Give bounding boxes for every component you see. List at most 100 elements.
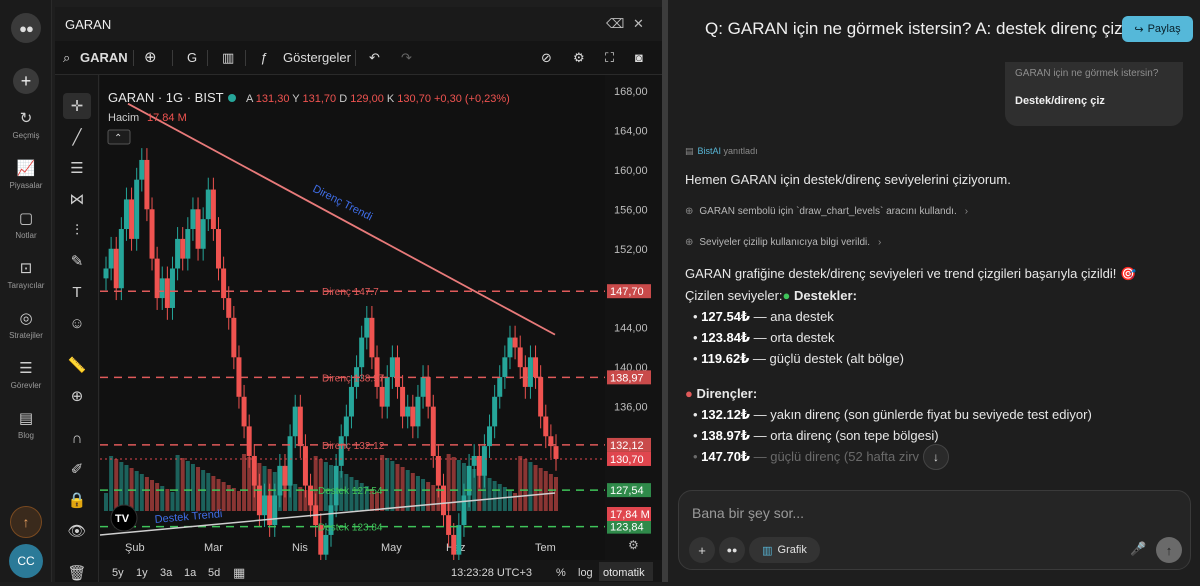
fib-icon[interactable]: ⫶: [63, 217, 91, 243]
candle-body: [277, 465, 283, 496]
tool-call-1[interactable]: ⊕ GARAN sembolü için `draw_chart_levels` …: [685, 206, 974, 217]
candle-type-icon[interactable]: ▥: [222, 50, 234, 66]
range-button-3a[interactable]: 3a: [160, 567, 173, 579]
ruler-icon[interactable]: 📏: [63, 352, 91, 378]
symbol-selector[interactable]: GARAN: [80, 50, 128, 65]
candle-body: [451, 534, 457, 555]
sidebar-item-tarayıcılar[interactable]: ⊡ Tarayıcılar: [0, 260, 52, 290]
level-value: 138.97₺: [701, 428, 750, 443]
zoom-icon[interactable]: ⊕: [63, 383, 91, 409]
candle-body: [425, 377, 431, 407]
scroll-down-button[interactable]: ↓: [923, 444, 949, 470]
y-tick-label: 168,00: [614, 86, 648, 98]
price-tag-label: 147,70: [610, 286, 644, 298]
candle-body: [394, 357, 400, 387]
range-button-5d[interactable]: 5d: [208, 567, 220, 579]
redo-icon[interactable]: ↷: [401, 50, 412, 66]
sidebar-item-piyasalar[interactable]: 📈 Piyasalar: [0, 160, 52, 190]
sidebar-item-geçmiş[interactable]: ↻ Geçmiş: [0, 110, 52, 140]
settings-icon[interactable]: ⚙: [573, 50, 585, 66]
y-tick-label: 152,00: [614, 244, 648, 256]
chart-window-title: GARAN: [65, 17, 112, 32]
candle-body: [410, 406, 416, 427]
candle-body: [527, 357, 533, 387]
sidebar-item-stratejiler[interactable]: ◎ Stratejiler: [0, 310, 52, 340]
candle-body: [226, 298, 232, 318]
eye-icon[interactable]: 👁: [63, 518, 91, 544]
percent-toggle[interactable]: %: [556, 567, 566, 579]
level-desc: — güçlü direnç (52 hafta zirv: [749, 449, 920, 464]
range-button-5y[interactable]: 5y: [112, 567, 124, 579]
upgrade-button[interactable]: ↑: [10, 506, 42, 538]
lock-drawing-icon[interactable]: ✐: [63, 456, 91, 482]
share-button[interactable]: ↪ Paylaş: [1122, 16, 1193, 42]
attach-button[interactable]: +: [689, 537, 715, 563]
price-chart[interactable]: 168,00164,00160,00156,00152,00148,00144,…: [100, 75, 662, 582]
auto-toggle[interactable]: otomatik: [603, 567, 645, 579]
add-symbol-icon[interactable]: ⊕: [144, 48, 157, 66]
sidebar-item-notlar[interactable]: ▢ Notlar: [0, 210, 52, 240]
candle-body: [502, 357, 508, 378]
volume-bar: [236, 491, 241, 511]
send-button[interactable]: ↑: [1156, 537, 1182, 563]
candle-body: [144, 159, 150, 210]
user-answer: Destek/direnç çiz: [1015, 95, 1105, 107]
indicators-button[interactable]: Göstergeler: [283, 50, 351, 65]
fullscreen-icon[interactable]: ⛶: [605, 50, 614, 66]
camera-icon[interactable]: ◙: [635, 50, 643, 65]
tool-call-2[interactable]: ⊕ Seviyeler çizilip kullanıcıya bilgi ver…: [685, 237, 887, 248]
share-icon: ↪: [1134, 23, 1144, 36]
x-tick-label: Mar: [204, 542, 223, 554]
volume-bar: [150, 480, 155, 511]
candle-body: [471, 455, 477, 466]
red-circle-icon: ●: [685, 386, 693, 401]
microphone-icon[interactable]: 🎤: [1130, 541, 1146, 557]
brush-icon[interactable]: ✎: [63, 248, 91, 274]
volume-bar: [114, 459, 119, 511]
eraser-icon[interactable]: ⌫: [606, 16, 624, 32]
message-icon: ▤: [685, 146, 694, 156]
lock-icon[interactable]: 🔒: [63, 487, 91, 513]
trendline-icon[interactable]: ╱: [63, 124, 91, 150]
close-icon[interactable]: ✕: [633, 16, 644, 32]
alert-icon[interactable]: ⊘: [541, 50, 552, 66]
avatar[interactable]: CC: [9, 544, 43, 578]
log-toggle[interactable]: log: [578, 567, 593, 579]
crosshair-icon[interactable]: ✛: [63, 93, 91, 119]
chart-toggle-button[interactable]: ▥ Grafik: [749, 537, 820, 563]
candle-body: [246, 426, 252, 456]
magnet-icon[interactable]: ∩: [63, 425, 91, 451]
level-value: 123.84₺: [701, 330, 750, 345]
sidebar-item-görevler[interactable]: ☰ Görevler: [0, 360, 52, 390]
sidebar-item-label: Piyasalar: [9, 181, 43, 190]
candle-body: [369, 317, 375, 358]
horizontal-lines-icon[interactable]: ☰: [63, 155, 91, 181]
text-icon[interactable]: T: [63, 279, 91, 305]
price-tag-label: 130,70: [610, 454, 644, 466]
volume-bar: [216, 479, 221, 511]
volume-bar: [170, 492, 175, 511]
search-icon[interactable]: ⌕: [63, 50, 70, 66]
volume-bar: [124, 465, 129, 511]
candle-body: [446, 515, 452, 535]
app-logo-icon[interactable]: ●●: [11, 13, 41, 43]
tool-icon: ⊕: [685, 206, 694, 217]
pattern-icon[interactable]: ⋈: [63, 186, 91, 212]
volume-bar: [400, 467, 405, 511]
model-button[interactable]: ●●: [719, 537, 745, 563]
undo-icon[interactable]: ↶: [369, 50, 380, 66]
range-button-1a[interactable]: 1a: [184, 567, 197, 579]
candle-body: [159, 278, 165, 299]
interval-selector[interactable]: G: [187, 50, 197, 65]
range-button-1y[interactable]: 1y: [136, 567, 148, 579]
markets-icon: 📈: [16, 160, 36, 177]
sidebar-item-blog[interactable]: ▤ Blog: [0, 410, 52, 440]
emoji-icon[interactable]: ☺: [63, 310, 91, 336]
volume-bar: [507, 490, 512, 511]
new-chat-button[interactable]: +: [13, 68, 39, 94]
function-icon[interactable]: ƒ: [260, 50, 267, 65]
chat-input[interactable]: [692, 501, 1172, 525]
trash-icon[interactable]: 🗑: [63, 560, 91, 586]
candle-body: [149, 209, 155, 259]
candle-body: [123, 199, 129, 230]
